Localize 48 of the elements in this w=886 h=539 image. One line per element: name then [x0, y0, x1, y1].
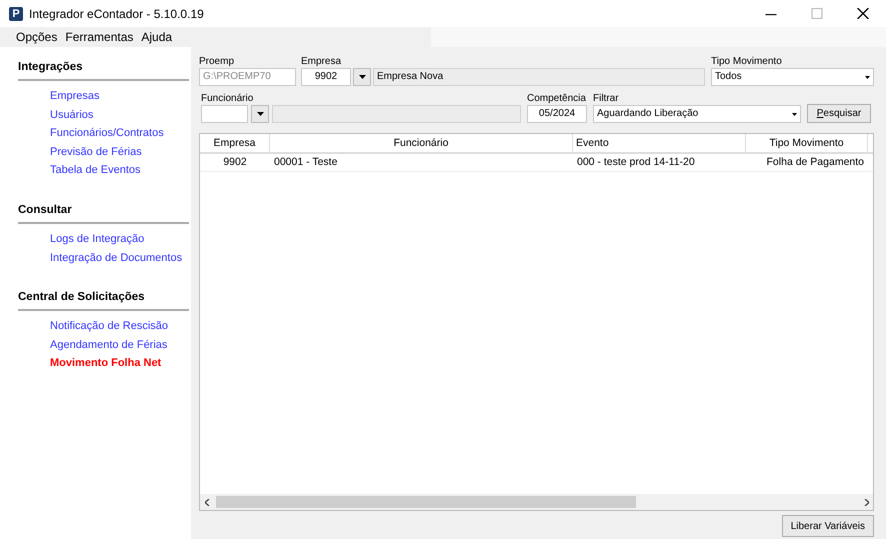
dropdown-button[interactable] [353, 68, 371, 86]
scroll-right-icon[interactable] [864, 498, 868, 506]
sidebar-link[interactable]: Previsão de Férias [18, 142, 148, 162]
caret-icon [792, 112, 797, 116]
sidebar-link[interactable]: Notificação de Rescisão [18, 317, 174, 336]
column-header[interactable]: Tipo Movimento [746, 134, 868, 152]
table-cell-text: Folha de Pagamento [766, 155, 865, 170]
field-label: Empresa [301, 55, 342, 68]
sidebar-link[interactable]: Integração de Documentos [18, 248, 188, 267]
section-heading: Central de Solicitações [18, 289, 189, 312]
field-label: Competência [527, 92, 586, 105]
empresa-name-field: Empresa Nova [373, 68, 705, 86]
funcionario-code-field[interactable] [201, 105, 248, 123]
caret-icon [865, 76, 870, 78]
column-header[interactable]: Evento [573, 134, 746, 152]
search-button[interactable]: Pesquisar [807, 104, 871, 123]
sidebar-link[interactable]: Logs de Integração [18, 230, 150, 248]
column-header[interactable]: Funcionário [270, 134, 573, 152]
table-cell-text: 000 - teste prod 14-11-20 [576, 155, 696, 170]
caret-icon [256, 111, 264, 117]
release-button[interactable]: Liberar Variáveis [782, 515, 874, 537]
field-label: Tipo Movimento [711, 55, 782, 68]
menu-item[interactable]: Opções [12, 28, 62, 46]
field-label: Filtrar [593, 92, 619, 105]
empresa-code-field[interactable]: 9902 [301, 68, 351, 86]
tipo-movimento-select[interactable]: Todos [711, 68, 874, 86]
app-logo: P [9, 6, 23, 20]
table-cell-text: 00001 - Teste [273, 155, 338, 170]
section-heading: Consultar [18, 202, 189, 224]
table-cell-text: 9902 [222, 155, 248, 170]
caret-icon [358, 74, 366, 80]
sidebar-link[interactable]: Tabela de Eventos [18, 161, 147, 180]
column-header[interactable]: Empresa [200, 134, 270, 152]
dropdown-button[interactable] [251, 105, 269, 123]
sidebar-link[interactable]: Funcionários/Contratos [18, 124, 170, 143]
menu-item[interactable]: Ferramentas [61, 28, 138, 46]
scroll-left-icon[interactable] [204, 498, 210, 506]
competencia-field[interactable]: 05/2024 [527, 105, 587, 123]
sidebar-link[interactable]: Usuários [18, 106, 100, 124]
field-label: Proemp [199, 55, 234, 68]
field-label: Funcionário [201, 92, 254, 105]
menu-item[interactable]: Ajuda [137, 28, 176, 46]
window-title: Integrador eContador - 5.10.0.19 [29, 6, 204, 22]
section-heading: Integrações [18, 59, 189, 82]
filtrar-select[interactable]: Aguardando Liberação [593, 105, 801, 123]
sidebar-link[interactable]: Empresas [18, 87, 106, 106]
sidebar-link[interactable]: Movimento Folha Net [18, 354, 168, 373]
sidebar-link[interactable]: Agendamento de Férias [18, 336, 174, 354]
